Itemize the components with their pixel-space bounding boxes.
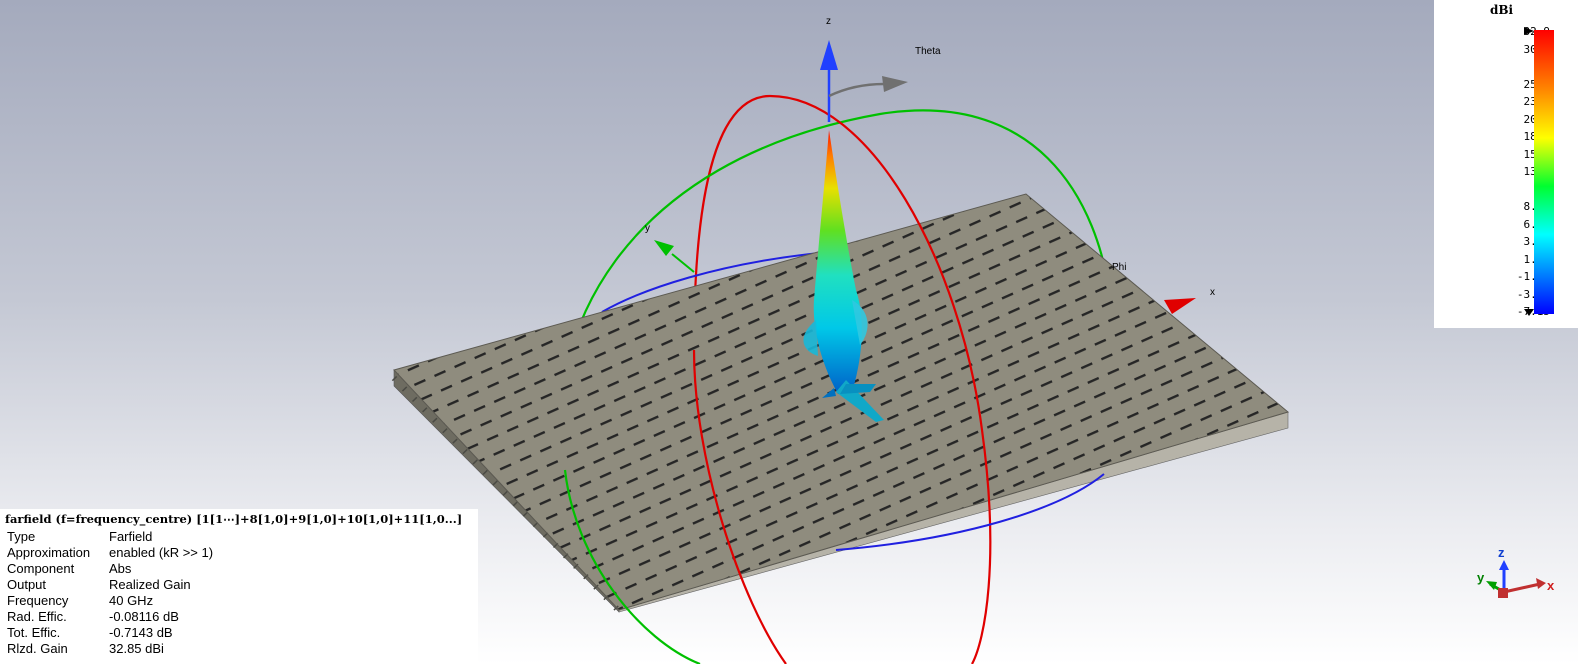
theta-label: Theta [915,46,941,57]
color-bar [1534,30,1554,314]
triad-y-label: y [1477,570,1485,585]
info-key: Rlzd. Gain [7,641,68,656]
info-key: Rad. Effic. [7,609,67,624]
triad-z-label: z [1498,545,1505,560]
z-axis-arrow [820,40,838,70]
triad-x-label: x [1547,578,1555,593]
info-value: enabled (kR >> 1) [109,545,214,560]
info-value: -0.7143 dB [109,625,173,640]
info-key: Output [7,577,47,592]
info-key: Component [7,561,75,576]
legend-markers [1524,27,1534,316]
info-value: 40 GHz [109,593,154,608]
info-value: -0.08116 dB [109,609,179,624]
x-axis-arrow [1164,298,1196,314]
min-marker-icon [1524,309,1534,316]
info-value: Farfield [109,529,153,544]
info-key: Type [7,529,36,544]
orientation-triad: z y x [1477,545,1555,598]
farfield-title: farfield (f=frequency_centre) [1[1⋯]+8[1… [5,512,463,526]
x-axis-label: x [1210,287,1215,298]
info-value: Realized Gain [109,577,191,592]
info-value: 32.85 dBi [109,641,164,656]
info-key: Frequency [7,593,69,608]
color-scale-legend: dBi 32.930.42825.623.220.718.315.913.511… [1434,0,1578,328]
y-axis-label: y [645,223,650,234]
info-key: Tot. Effic. [7,625,61,640]
farfield-info-panel: farfield (f=frequency_centre) [1[1⋯]+8[1… [0,509,478,664]
phi-label: Phi [1112,262,1126,273]
z-axis-label: z [826,16,831,27]
info-value: Abs [109,561,132,576]
legend-unit: dBi [1490,3,1514,17]
theta-arrow [882,76,908,92]
info-key: Approximation [7,545,91,560]
max-marker-icon [1524,27,1534,35]
y-axis-arrow [654,240,674,256]
